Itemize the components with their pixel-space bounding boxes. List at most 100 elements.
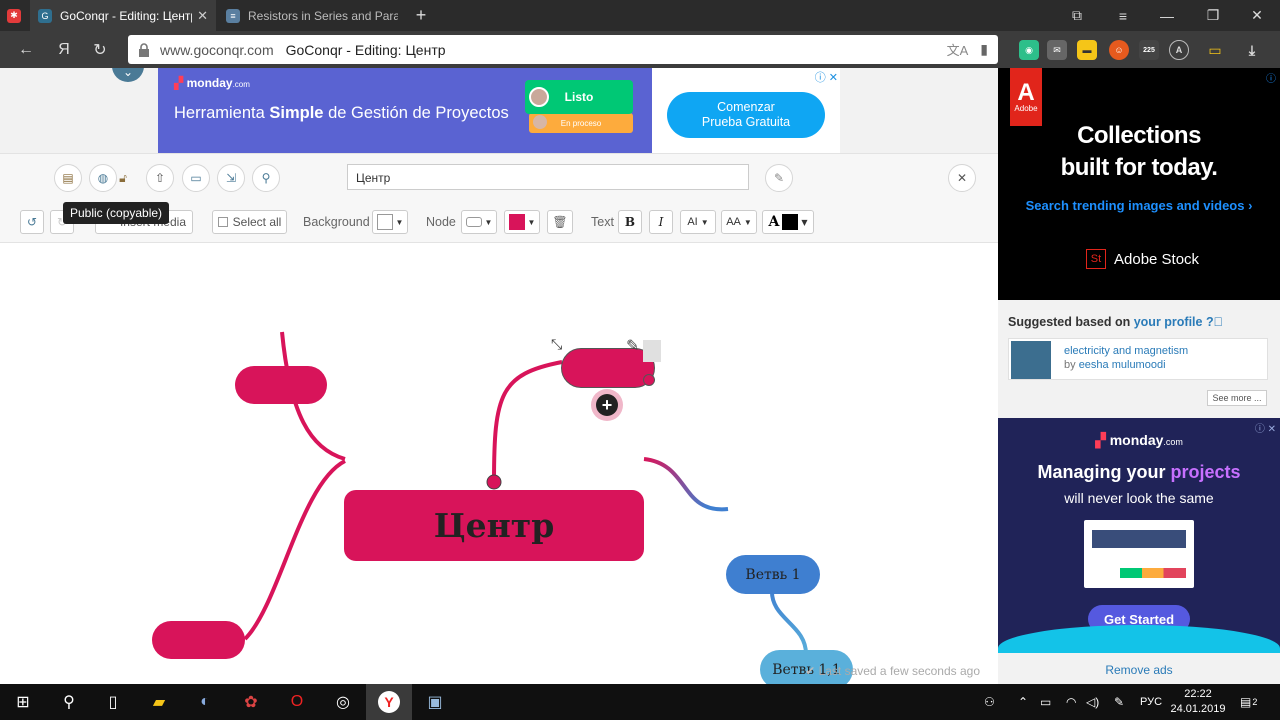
browser-menu-button[interactable]: ✱ [0,0,28,31]
address-bar: ← Я ↻ www.goconqr.com GoConqr - Editing:… [0,31,1280,68]
download-icon[interactable]: ⤓ [1242,40,1262,60]
node-handle[interactable] [643,374,655,386]
paint-icon[interactable]: ✿ [228,684,274,720]
maximize-button[interactable]: ❐ [1190,0,1236,31]
wifi-icon[interactable]: ◠ [1066,684,1076,720]
mail-extension-icon[interactable]: ✉ [1047,40,1067,60]
chevron-up-icon[interactable]: ⌃ [1018,684,1028,720]
caret-down-icon: ▼ [484,217,493,227]
yandex-icon[interactable]: Я [50,36,78,64]
people-icon[interactable]: ⚇ [984,684,995,720]
top-ad-banner[interactable]: ▞ monday.com Herramienta Simple de Gesti… [158,68,840,153]
resize-icon[interactable]: ⤡ [551,336,562,353]
fox-extension-icon[interactable]: ☺ [1109,40,1129,60]
suggested-item[interactable]: electricity and magnetism by eesha mulum… [1008,338,1268,380]
file-explorer-icon[interactable]: ▰ [136,684,182,720]
page-favicon-icon: ≡ [226,8,240,23]
new-tab-button[interactable]: + [408,0,434,31]
see-more-button[interactable]: See more ... [1207,390,1267,406]
adobe-stock-icon: St [1086,249,1106,269]
chevron-down-icon[interactable]: ⌄ [112,68,144,82]
adobe-ad[interactable]: A Adobe ⓘ Collections built for today. Sea… [998,68,1280,300]
language-indicator[interactable]: РУС [1140,684,1162,720]
edit-icon[interactable]: ✎ [765,164,793,192]
adchoices-icon[interactable]: ⓘ [1266,70,1276,85]
task-view-icon[interactable]: ▯ [90,684,136,720]
counter-extension-icon[interactable]: 225 [1139,40,1159,60]
app-icon[interactable]: ◐ [182,684,228,720]
mindmap-node-empty[interactable] [235,366,327,404]
undo-icon[interactable]: ↺ [20,210,44,234]
ad-left-panel: ▞ monday.com Herramienta Simple de Gesti… [158,68,652,153]
maps-extension-icon[interactable]: ◉ [1019,40,1039,60]
mindmap-canvas[interactable]: Центр ⤡ ✎ + Ветвь 1 Ветвь 1,1 ✔ Last sav… [0,244,998,684]
url-field[interactable]: www.goconqr.com GoConqr - Editing: Центр… [128,35,998,64]
notes-extension-icon[interactable]: ▬ [1077,40,1097,60]
color-swatch [782,214,799,230]
node-attachment-icon[interactable] [643,340,661,362]
node-shape-picker[interactable]: ▼ [461,210,497,234]
avatar [529,87,549,107]
bookmarks-icon[interactable]: ⧉ [1054,0,1100,31]
folder-icon[interactable]: ▤ [54,164,82,192]
caret-down-icon: ▼ [700,217,709,227]
text-color-picker[interactable]: A ▼ [762,210,814,234]
export-icon[interactable]: ⇲ [217,164,245,192]
map-title-input[interactable]: Центр [347,164,749,190]
opera-icon[interactable]: O [274,684,320,720]
windows-start-icon[interactable]: ⊞ [0,684,46,720]
volume-icon[interactable]: ◁) [1086,684,1099,720]
text-case-picker[interactable]: AA ▼ [721,210,757,234]
monday-ad[interactable]: ⓘ ✕ ▞ monday.com Managing your projects … [998,418,1280,653]
adchoices-icon[interactable]: ⓘ ✕ [815,69,838,85]
suggested-title[interactable]: electricity and magnetism [1064,345,1188,357]
close-icon[interactable]: ✕ [948,164,976,192]
unlock-icon[interactable]: 🔓︎ [109,164,137,192]
pen-icon[interactable]: ✎ [1114,684,1124,720]
mindmap-node-empty[interactable] [152,621,245,659]
help-icon: ?⃝ [1202,315,1223,329]
add-node-button[interactable]: + [591,389,623,421]
reload-icon[interactable]: ↻ [86,36,114,64]
status-in-progress: En proceso [529,113,633,133]
remove-ads-link[interactable]: Remove ads [998,663,1280,677]
translate-icon[interactable]: 文A [947,40,969,59]
bookmark-icon[interactable]: ▮ [980,41,988,58]
minimize-button[interactable]: — [1144,0,1190,31]
tab-resistors[interactable]: ≡ Resistors in Series and Para [218,0,404,31]
ad-cta-button[interactable]: Comenzar Prueba Gratuita [667,92,825,138]
trash-icon[interactable]: 🗑︎ [547,210,573,234]
battery-extension-icon[interactable]: ▭ [1205,40,1225,60]
select-all-button[interactable]: Select all [212,210,287,234]
mindmap-node-selected[interactable] [561,348,655,388]
pencil-icon[interactable]: ✎ [626,336,639,356]
notifications-icon[interactable]: ▤ 2 [1240,684,1257,720]
connector-handle[interactable] [486,474,502,490]
photos-icon[interactable]: ▣ [412,684,458,720]
battery-icon[interactable]: ▭ [1040,684,1051,720]
print-icon[interactable]: ⇧ [146,164,174,192]
bold-button[interactable]: B [618,210,642,234]
search-icon[interactable]: ⚲ [46,684,92,720]
close-window-button[interactable]: ✕ [1234,0,1280,31]
adobe-stock-logo: St Adobe Stock [1086,249,1199,269]
node-color-picker[interactable]: ▼ [504,210,540,234]
italic-button[interactable]: I [649,210,673,234]
account-icon[interactable]: A [1169,40,1189,60]
close-tab-icon[interactable]: ✕ [197,8,208,24]
font-size-picker[interactable]: AI ▼ [680,210,716,234]
plus-icon: + [596,394,618,416]
mindmap-center-node[interactable]: Центр [344,490,644,561]
mindmap-node-branch1[interactable]: Ветвь 1 [726,555,820,594]
zoom-icon[interactable]: ⚲ [252,164,280,192]
adobe-link[interactable]: Search trending images and videos › [998,198,1280,213]
menu-icon[interactable]: ≡ [1100,0,1146,31]
adobe-headline: Collections built for today. [1060,122,1218,181]
image-icon[interactable]: ▭ [182,164,210,192]
obs-icon[interactable]: ◎ [320,684,366,720]
background-color-picker[interactable]: ▼ [372,210,408,234]
back-arrow-icon[interactable]: ← [12,36,40,64]
tab-goconqr[interactable]: G GoConqr - Editing: Центр ✕ [30,0,216,31]
clock[interactable]: 22:22 24.01.2019 [1168,687,1228,717]
yandex-browser-icon[interactable]: Y [366,684,412,720]
